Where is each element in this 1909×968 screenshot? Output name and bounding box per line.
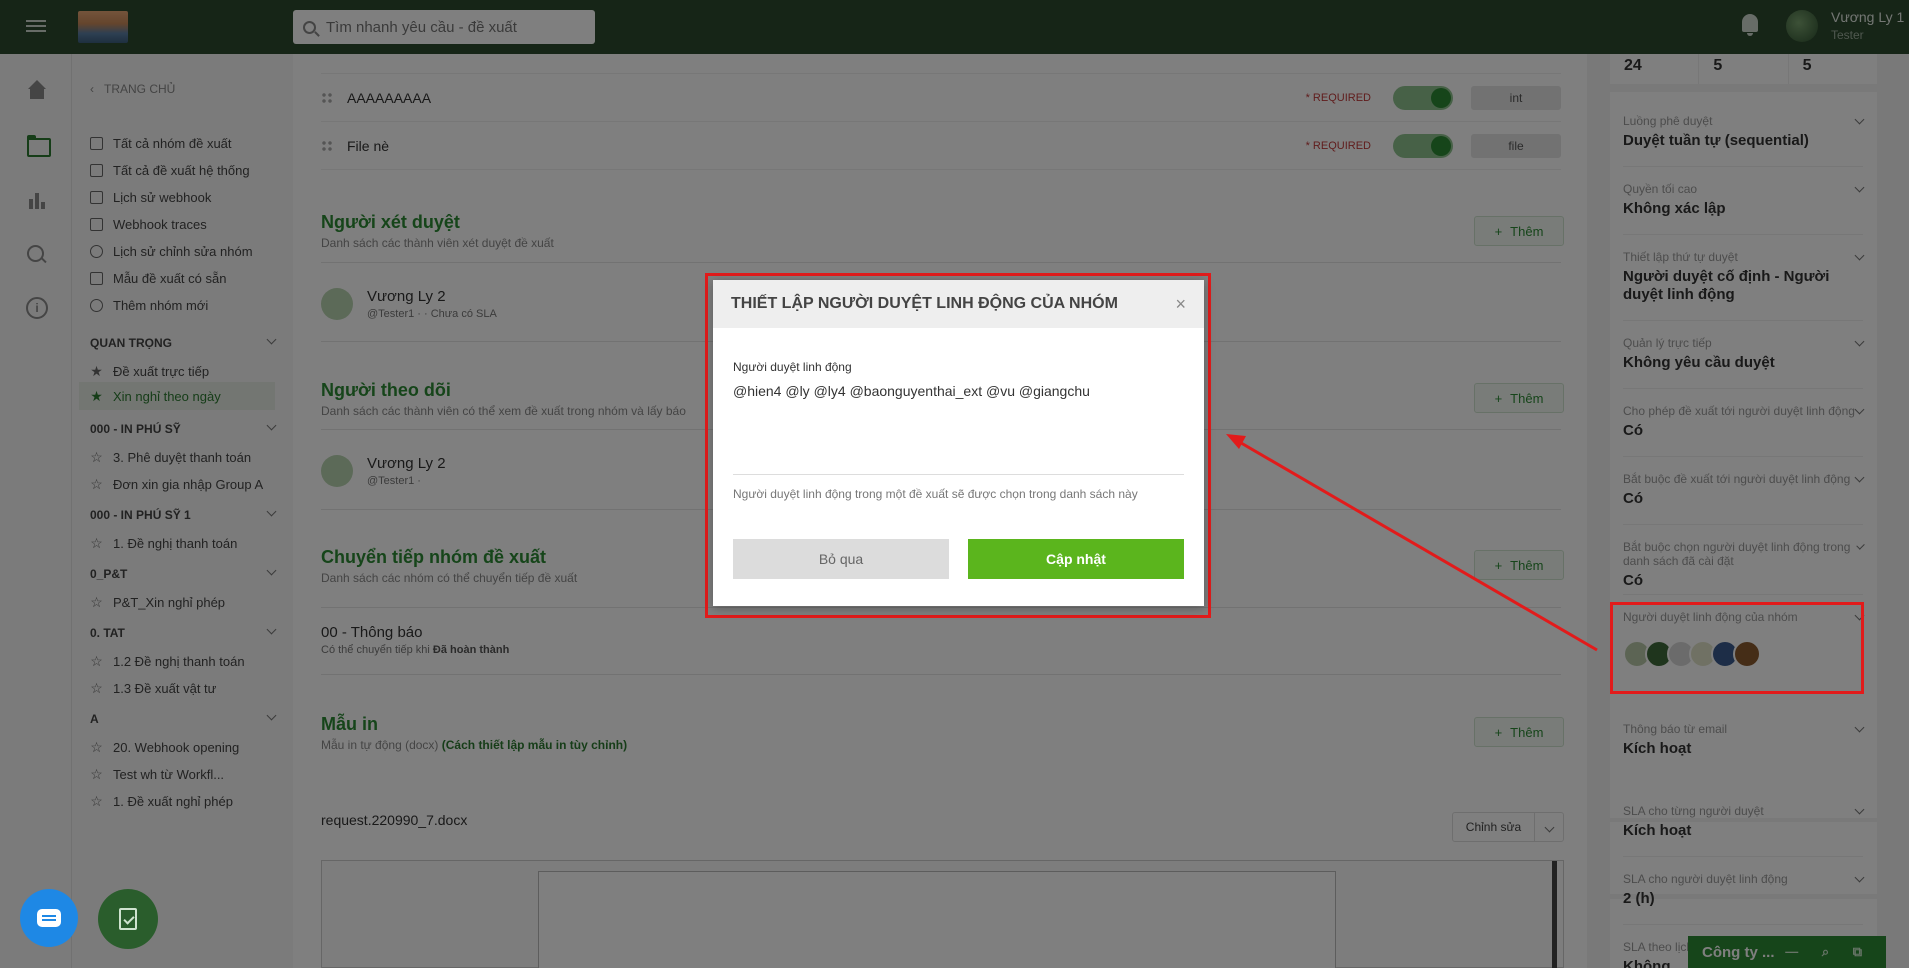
approvers-input[interactable]: @hien4 @ly @ly4 @baonguyenthai_ext @vu @…: [733, 383, 1090, 399]
input-underline: [733, 474, 1184, 475]
update-button[interactable]: Cập nhật: [968, 539, 1184, 579]
annotation-box-setting: [1610, 602, 1864, 694]
approvers-hint: Người duyệt linh động trong một đề xuất …: [733, 487, 1138, 501]
dynamic-approvers-modal: THIẾT LẬP NGƯỜI DUYỆT LINH ĐỘNG CỦA NHÓM…: [713, 280, 1204, 606]
close-icon[interactable]: ×: [1175, 294, 1186, 315]
cancel-button[interactable]: Bỏ qua: [733, 539, 949, 579]
approvers-label: Người duyệt linh động: [733, 360, 852, 374]
task-fab[interactable]: [98, 889, 158, 949]
clipboard-check-icon: [119, 908, 137, 930]
chat-fab[interactable]: [20, 889, 78, 947]
modal-header: THIẾT LẬP NGƯỜI DUYỆT LINH ĐỘNG CỦA NHÓM…: [713, 280, 1204, 328]
modal-title: THIẾT LẬP NGƯỜI DUYỆT LINH ĐỘNG CỦA NHÓM: [731, 295, 1118, 312]
chat-bubble-icon: [37, 909, 61, 927]
